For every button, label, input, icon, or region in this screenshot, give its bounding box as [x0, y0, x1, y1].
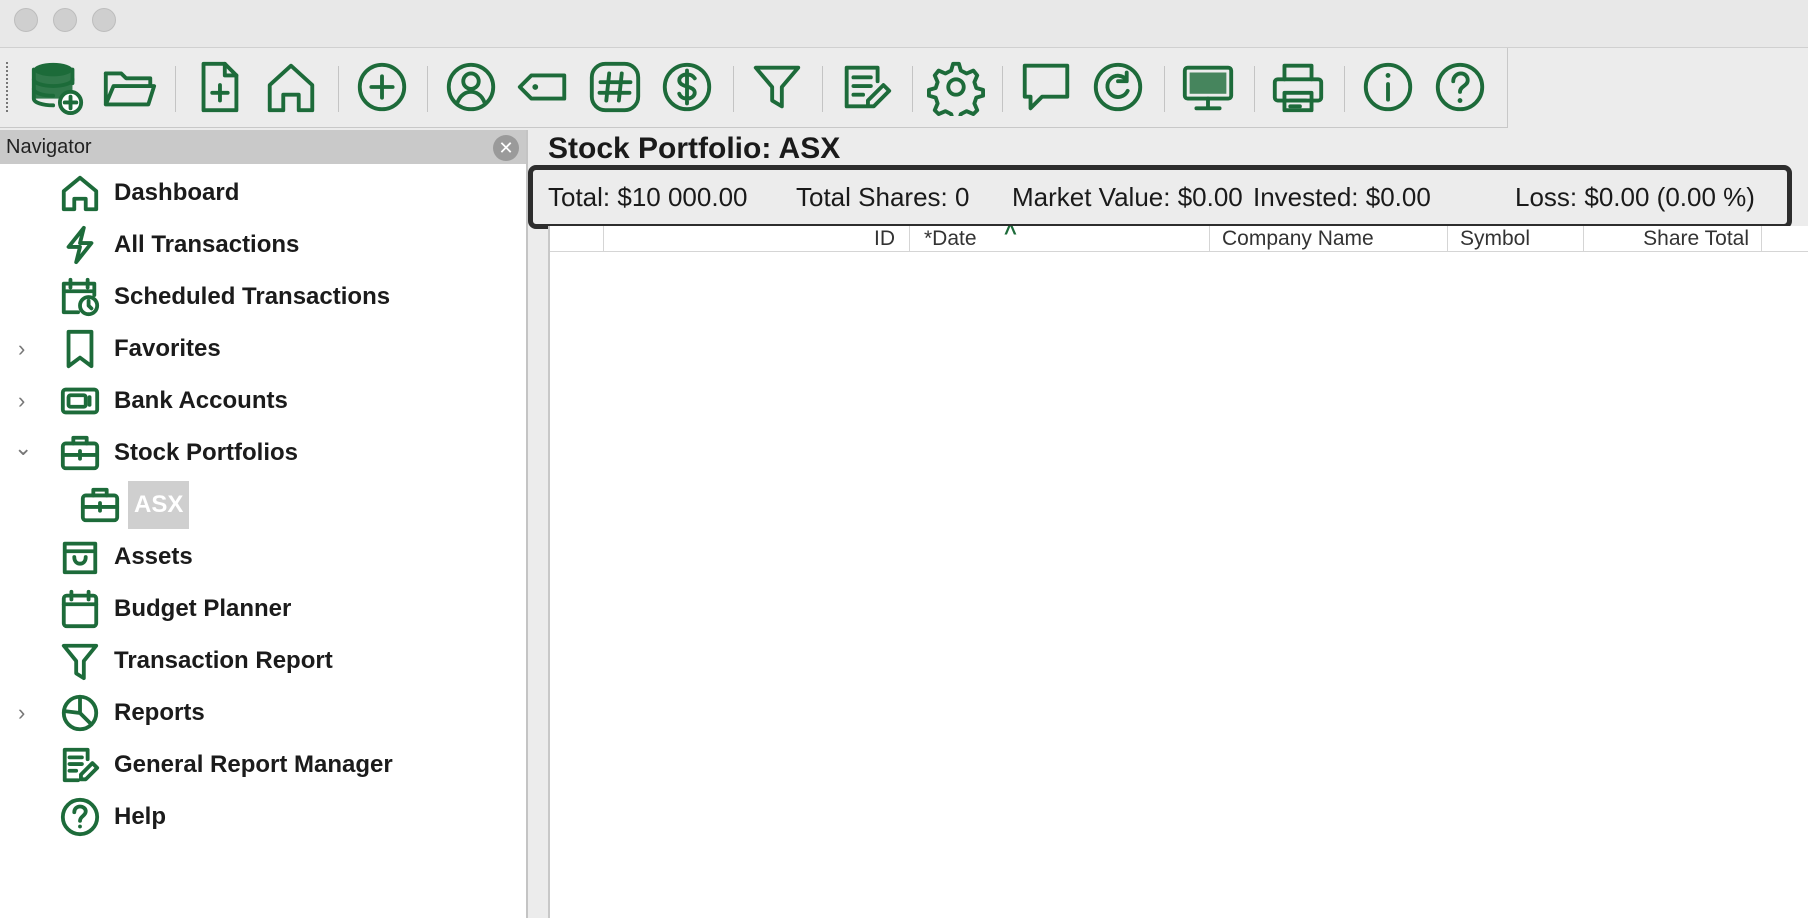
filter-icon: [58, 639, 102, 683]
nav-item-label: Assets: [114, 543, 193, 570]
nav-item-favorites[interactable]: Favorites: [58, 325, 221, 373]
column-header-company-name[interactable]: Company Name: [1210, 226, 1448, 252]
nav-item-label: ASX: [128, 481, 190, 529]
summary-market-value: Market Value: $0.00: [1012, 182, 1243, 212]
expand-chevron-icon[interactable]: ›: [18, 338, 38, 360]
page-title: Stock Portfolio: ASX: [548, 132, 841, 165]
navigator-header: Navigator: [0, 130, 526, 164]
nav-item-all-transactions[interactable]: All Transactions: [58, 221, 299, 269]
new-database-icon[interactable]: [26, 56, 88, 118]
nav-item-label: Help: [114, 803, 167, 830]
summary-total: Total: $10 000.00: [548, 182, 748, 212]
expand-chevron-icon[interactable]: ›: [18, 390, 38, 412]
column-header-date[interactable]: *Date ^: [910, 226, 1210, 252]
nav-item-label: Transaction Report: [114, 647, 333, 674]
column-header-select[interactable]: [550, 226, 604, 252]
window-titlebar: [0, 0, 1808, 48]
briefcase-icon: [58, 431, 102, 475]
nav-item-label: Reports: [114, 699, 205, 726]
toolbar-grip[interactable]: [6, 62, 10, 112]
hash-icon[interactable]: [584, 56, 646, 118]
nav-item-budget-planner[interactable]: Budget Planner: [58, 585, 291, 633]
chat-icon[interactable]: [1015, 56, 1077, 118]
printer-icon[interactable]: [1267, 56, 1329, 118]
nav-item-assets[interactable]: Assets: [58, 533, 193, 581]
briefcase-icon: [78, 483, 122, 527]
pie-chart-icon: [58, 691, 102, 735]
nav-item-dashboard[interactable]: Dashboard: [58, 169, 239, 217]
report-edit-icon[interactable]: [835, 56, 897, 118]
help-icon: [58, 795, 102, 839]
navigator-close-icon[interactable]: ✕: [493, 135, 519, 161]
portfolio-summary-bar: Total: $10 000.00 Total Shares: 0 Market…: [528, 165, 1792, 229]
lightning-icon: [58, 223, 102, 267]
toolbar: [0, 48, 1508, 128]
monitor-icon[interactable]: [1177, 56, 1239, 118]
column-header-share-total[interactable]: Share Total: [1584, 226, 1762, 252]
info-icon[interactable]: [1357, 56, 1419, 118]
zoom-window-button[interactable]: [92, 8, 116, 32]
tag-icon[interactable]: [512, 56, 574, 118]
new-transaction-icon[interactable]: [188, 56, 250, 118]
nav-item-general-report-manager[interactable]: General Report Manager: [58, 741, 393, 789]
help-icon[interactable]: [1429, 56, 1491, 118]
filter-icon[interactable]: [746, 56, 808, 118]
nav-item-bank-accounts[interactable]: Bank Accounts: [58, 377, 288, 425]
summary-loss: Loss: $0.00 (0.00 %): [1515, 182, 1755, 212]
expand-chevron-icon[interactable]: ›: [18, 702, 38, 724]
gear-icon[interactable]: [925, 56, 987, 118]
shopping-bag-icon: [58, 535, 102, 579]
column-header-symbol[interactable]: Symbol: [1448, 226, 1584, 252]
calendar-clock-icon: [58, 275, 102, 319]
summary-total-shares: Total Shares: 0: [796, 182, 970, 212]
bank-card-icon: [58, 379, 102, 423]
bookmark-icon: [58, 327, 102, 371]
calendar-icon: [58, 587, 102, 631]
home-icon: [58, 171, 102, 215]
refresh-icon[interactable]: [1087, 56, 1149, 118]
column-header-date-label: *Date: [924, 227, 977, 250]
table-header: ID *Date ^ Company Name Symbol Share Tot…: [550, 226, 1808, 252]
nav-item-label: Bank Accounts: [114, 387, 288, 414]
nav-item-label: Scheduled Transactions: [114, 283, 391, 310]
close-window-button[interactable]: [14, 8, 38, 32]
dollar-icon[interactable]: [656, 56, 718, 118]
report-edit-icon: [58, 743, 102, 787]
add-icon[interactable]: [351, 56, 413, 118]
open-folder-icon[interactable]: [98, 56, 160, 118]
nav-item-label: Stock Portfolios: [114, 439, 299, 466]
home-icon[interactable]: [260, 56, 322, 118]
nav-item-label: Dashboard: [114, 179, 240, 206]
nav-item-scheduled-transactions[interactable]: Scheduled Transactions: [58, 273, 390, 321]
nav-item-asx[interactable]: ASX: [78, 481, 190, 529]
nav-item-transaction-report[interactable]: Transaction Report: [58, 637, 333, 685]
nav-item-label: All Transactions: [114, 231, 300, 258]
collapse-chevron-icon[interactable]: ⌄: [14, 437, 34, 459]
nav-item-stock-portfolios[interactable]: Stock Portfolios: [58, 429, 298, 477]
nav-item-reports[interactable]: Reports: [58, 689, 205, 737]
nav-item-label: General Report Manager: [114, 751, 393, 778]
navigator-title: Navigator: [6, 136, 92, 158]
nav-item-label: Budget Planner: [114, 595, 292, 622]
minimize-window-button[interactable]: [53, 8, 77, 32]
transactions-table: ID *Date ^ Company Name Symbol Share Tot…: [548, 226, 1808, 918]
nav-item-label: Favorites: [114, 335, 221, 362]
summary-invested: Invested: $0.00: [1253, 182, 1431, 212]
user-icon[interactable]: [440, 56, 502, 118]
nav-item-help[interactable]: Help: [58, 793, 166, 841]
column-header-id[interactable]: ID: [604, 226, 910, 252]
sort-ascending-icon: ^: [1004, 226, 1017, 245]
